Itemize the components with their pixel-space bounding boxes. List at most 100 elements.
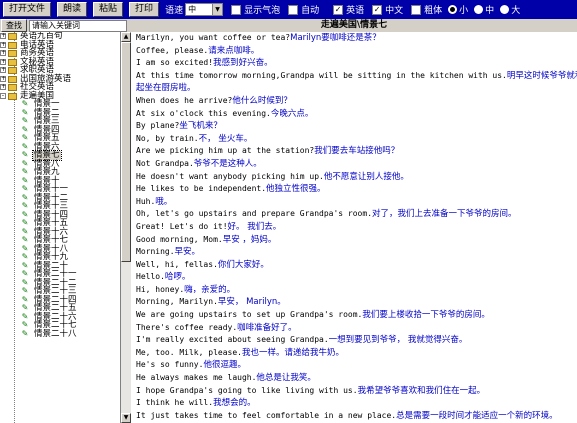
dialogue-line[interactable]: Oh, let's go upstairs and prepare Grandp… [136,208,577,221]
paste-button[interactable]: 粘贴 [93,2,124,17]
tree-expander-icon[interactable]: + [0,50,6,56]
dialogue-line[interactable]: It just takes time to feel comfortable i… [136,410,577,423]
tree-scene-item[interactable]: ✎ 情景五 [0,134,120,143]
document-icon: ✎ [21,201,29,210]
bold-checkbox[interactable]: 粗体 [411,3,442,16]
dialogue-line[interactable]: Well, hi, fellas.你们大家好。 [136,259,577,272]
dialogue-line[interactable]: We are going upstairs to set up Grandpa'… [136,309,577,322]
english-sentence: At this time tomorrow morning,Grandpa wi… [136,70,507,80]
document-icon: ✎ [21,133,29,142]
read-aloud-button[interactable]: 朗读 [57,2,88,17]
checkbox-unchecked-icon[interactable] [411,4,422,15]
dialogue-line[interactable]: He's so funny.他很逗趣。 [136,359,577,372]
tree-category[interactable]: + 文秘英语 [0,57,120,67]
dialogue-line[interactable]: By plane?坐飞机来？ [136,120,577,133]
tree-expander-icon[interactable]: + [0,58,6,65]
radio-unselected-icon[interactable] [474,5,484,14]
size-large-radio[interactable]: 大 [500,3,520,16]
dialogue-line[interactable]: No, by train.不， 坐火车。 [136,133,577,146]
dialogue-line[interactable]: Hi, honey.嗨，亲爱的。 [136,284,577,297]
tree-expander-icon[interactable]: + [0,75,6,82]
tree-expander-icon[interactable]: + [0,84,6,90]
checkbox-checked-icon[interactable]: ✓ [333,4,344,15]
open-file-button[interactable]: 打开文件 [3,2,52,17]
tree-scene-item[interactable]: ✎ 情景七 [0,150,120,161]
scroll-up-icon[interactable]: ▲ [121,32,131,42]
tree-scrollbar[interactable]: ▲ ▼ [121,32,131,423]
radio-selected-icon[interactable] [448,5,458,14]
tree-scene-item[interactable]: ✎ 情景九 [0,168,120,177]
tree-scene-item[interactable]: ✎ 情景一 [0,100,120,109]
tree-expander-icon[interactable]: + [0,33,6,39]
size-small-radio[interactable]: 小 [448,3,468,16]
scrollbar-thumb[interactable] [121,42,131,262]
dialogue-line[interactable]: Huh.哦。 [136,196,577,209]
tree-scene-item[interactable]: ✎ 情景八 [0,159,120,169]
checkbox-checked-icon[interactable]: ✓ [372,4,383,15]
dialogue-line[interactable]: Me, too. Milk, please.我也一样。请递给我牛奶。 [136,347,577,360]
dialogue-line[interactable]: Not Grandpa.爷爷不是这种人。 [136,158,577,171]
chinese-translation: 咖啡准备好了。 [237,322,297,333]
dialogue-content[interactable]: Marilyn, you want coffee or tea?Marilyn要… [131,32,577,423]
checkbox-unchecked-icon[interactable] [288,4,299,15]
chinese-translation: 今晚六点。 [270,108,314,119]
tree-expander-icon[interactable]: + [0,67,6,73]
dialogue-line[interactable]: He doesn't want anybody picking him up.他… [136,171,577,184]
tree-expander-icon[interactable]: - [0,92,6,99]
folder-icon [8,50,17,57]
tree-category[interactable]: + 商务英语 [0,49,120,58]
dialogue-line[interactable]: I think he will.我想会的。 [136,397,577,410]
dialogue-line[interactable]: I'm really excited about seeing Grandpa.… [136,334,577,347]
show-bubble-checkbox[interactable]: 显示气泡 [231,3,280,16]
folder-icon [8,67,17,74]
tree-category[interactable]: + 社交英语 [0,83,120,92]
auto-checkbox[interactable]: 自动 [288,3,319,16]
english-sentence: Coffee, please. [136,45,209,55]
dialogue-line[interactable]: He always makes me laugh.他总是让我笑。 [136,372,577,385]
checkbox-unchecked-icon[interactable] [231,4,242,15]
chinese-checkbox[interactable]: ✓ 中文 [372,3,403,16]
dialogue-line[interactable]: Marilyn, you want coffee or tea?Marilyn要… [136,32,577,45]
print-button[interactable]: 打印 [129,2,160,17]
radio-unselected-icon[interactable] [500,5,510,14]
dialogue-line[interactable]: Great! Let's do it!好。 我们去。 [136,221,577,234]
tree-scene-item[interactable]: ✎ 情景二 [0,108,120,118]
english-sentence: Morning, Marilyn. [136,297,218,307]
dialogue-line[interactable]: Hello.哈啰。 [136,271,577,284]
search-button[interactable]: 查找 [1,19,27,32]
dialogue-line[interactable]: At six o'clock this evening.今晚六点。 [136,108,577,121]
tree-category[interactable]: + 出国旅游英语 [0,74,120,84]
dialogue-line[interactable]: I am so excited!我感到好兴奋。 [136,57,577,70]
size-medium-radio[interactable]: 中 [474,3,494,16]
tree-category[interactable]: + 英语九百句 [0,32,120,41]
dialogue-line[interactable]: Coffee, please.请来点咖啡。 [136,45,577,58]
tree-scene-item[interactable]: ✎ 情景二十八 [0,329,120,339]
english-sentence: He likes to be independent. [136,184,267,194]
document-icon: ✎ [21,286,29,295]
dialogue-line[interactable]: He likes to be independent.他独立性很强。 [136,183,577,196]
search-input[interactable]: 请输入关键词 [29,20,127,32]
tree-expander-icon[interactable]: + [0,41,6,48]
dialogue-line[interactable]: Good morning, Mom.早安 ，妈妈。 [136,234,577,247]
tree-category[interactable]: - 走遍美国 [0,91,120,101]
chinese-translation: 哦。 [155,196,173,207]
document-icon: ✎ [21,269,29,278]
document-icon: ✎ [21,99,29,108]
scroll-down-icon[interactable]: ▼ [121,413,131,423]
folder-icon [8,84,17,91]
dialogue-line[interactable]: Morning.早安。 [136,246,577,259]
english-checkbox[interactable]: ✓ 英语 [333,3,364,16]
tree-scene-item[interactable]: ✎ 情景六 [0,142,120,152]
dialogue-line[interactable]: There's coffee ready.咖啡准备好了。 [136,322,577,335]
dialogue-line[interactable]: 起坐在厨房啦。 [136,82,577,95]
tree-category[interactable]: + 电话英语 [0,40,120,50]
dialogue-line[interactable]: At this time tomorrow morning,Grandpa wi… [136,70,577,83]
tree-scene-item[interactable]: ✎ 情景三 [0,117,120,126]
speed-select[interactable]: 中 ▼ [185,3,224,16]
dialogue-line[interactable]: I hope Grandpa's going to like living wi… [136,385,577,398]
dialogue-line[interactable]: Morning, Marilyn.早安， Marilyn。 [136,296,577,309]
dialogue-line[interactable]: When does he arrive?他什么时候到？ [136,95,577,108]
dialogue-line[interactable]: Are we picking him up at the station?我们要… [136,145,577,158]
dropdown-arrow-icon[interactable]: ▼ [212,4,223,15]
tree-scene-item[interactable]: ✎ 情景四 [0,125,120,135]
